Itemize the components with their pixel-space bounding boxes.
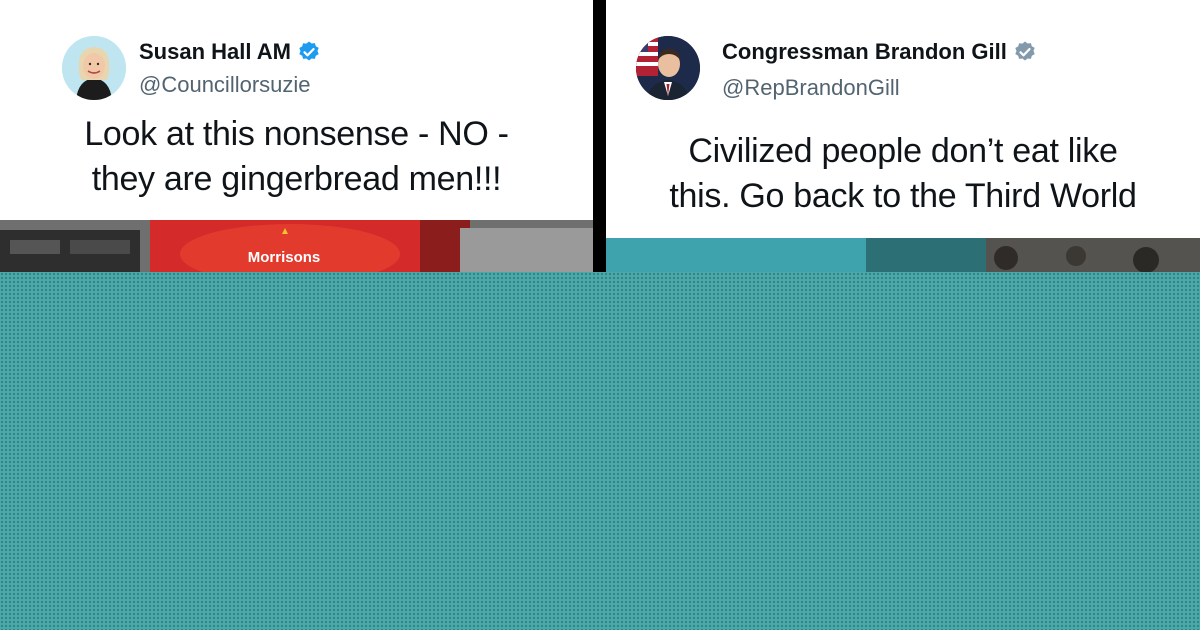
- verified-badge-icon: [1013, 40, 1037, 64]
- tweet-text-line: Civilized people don’t eat like: [688, 132, 1118, 170]
- user-handle[interactable]: @Councillorsuzie: [139, 72, 311, 98]
- verified-badge-icon: [297, 40, 321, 64]
- display-name[interactable]: Susan Hall AM: [139, 39, 291, 65]
- user-handle[interactable]: @RepBrandonGill: [722, 75, 900, 101]
- tweet-text-line: Look at this nonsense - NO -: [84, 115, 509, 153]
- morrisons-label: Morrisons: [248, 249, 321, 266]
- tweet-photo[interactable]: Morrisons: [0, 220, 593, 284]
- halftone-overlay: [0, 272, 1200, 630]
- tweet-text-line: this. Go back to the Third World: [669, 177, 1137, 215]
- susan-hall-avatar[interactable]: [62, 36, 126, 100]
- brandon-gill-avatar[interactable]: [636, 36, 700, 100]
- right-name-row: Congressman Brandon Gill: [722, 39, 1037, 65]
- tweet-text: Look at this nonsense - NO - they are gi…: [0, 112, 593, 202]
- display-name[interactable]: Congressman Brandon Gill: [722, 39, 1007, 65]
- tweet-photo[interactable]: [606, 238, 1200, 273]
- left-name-row: Susan Hall AM: [139, 39, 321, 65]
- tweet-text: Civilized people don’t eat like this. Go…: [606, 129, 1200, 219]
- panel-divider: [593, 0, 606, 272]
- tweet-text-line: they are gingerbread men!!!: [91, 160, 502, 198]
